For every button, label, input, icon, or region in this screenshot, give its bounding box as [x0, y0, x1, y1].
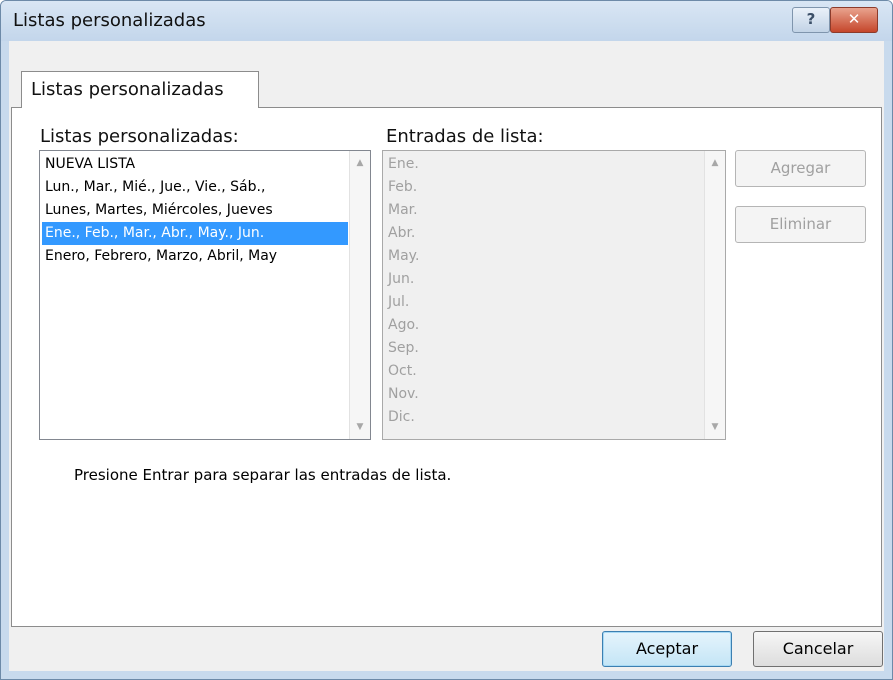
tab-custom-lists[interactable]: Listas personalizadas: [21, 71, 259, 108]
title-bar[interactable]: Listas personalizadas ? ✕: [1, 1, 892, 41]
tab-custom-lists-label: Listas personalizadas: [31, 79, 224, 100]
custom-lists-label: Listas personalizadas:: [40, 126, 239, 147]
add-button[interactable]: Agregar: [735, 150, 866, 187]
custom-list-item[interactable]: NUEVA LISTA: [42, 153, 348, 176]
help-icon: ?: [806, 10, 816, 28]
list-entries-scrollbar[interactable]: ▲ ▼: [704, 151, 725, 439]
list-entry-item: Abr.: [388, 225, 416, 241]
list-entries-textbox[interactable]: Ene. Feb. Mar. Abr. May. Jun. Jul. Ago. Sep. Oct.…: [382, 150, 726, 440]
list-entries-label: Entradas de lista:: [386, 126, 544, 147]
scroll-down-arrow-icon[interactable]: ▼: [705, 417, 725, 437]
custom-lists-listbox[interactable]: NUEVA LISTA Lun., Mar., Mié., Jue., Vie.,…: [39, 150, 371, 440]
scroll-down-arrow-icon[interactable]: ▼: [350, 417, 370, 437]
list-entry-item: Dic.: [388, 409, 415, 425]
list-entry-item: Ene.: [388, 156, 419, 172]
custom-list-item[interactable]: Enero, Febrero, Marzo, Abril, May: [42, 245, 348, 268]
list-entry-item: Ago.: [388, 317, 420, 333]
dialog-window: Listas personalizadas ? ✕ Listas persona…: [0, 0, 893, 680]
list-entry-item: Oct.: [388, 363, 417, 379]
dialog-client-area: Listas personalizadas Listas personaliza…: [9, 41, 884, 671]
custom-list-item[interactable]: Lunes, Martes, Miércoles, Jueves: [42, 199, 348, 222]
list-entry-item: May.: [388, 248, 420, 264]
list-entry-item: Feb.: [388, 179, 418, 195]
list-entry-item: Sep.: [388, 340, 419, 356]
list-entry-item: Jul.: [388, 294, 410, 310]
scroll-up-arrow-icon[interactable]: ▲: [350, 153, 370, 173]
custom-list-item[interactable]: Lun., Mar., Mié., Jue., Vie., Sáb.,: [42, 176, 348, 199]
scroll-up-arrow-icon[interactable]: ▲: [705, 153, 725, 173]
close-icon: ✕: [847, 10, 861, 28]
list-entry-item: Mar.: [388, 202, 418, 218]
window-title: Listas personalizadas: [13, 10, 206, 31]
tab-panel: Listas personalizadas: Entradas de lista…: [11, 107, 882, 627]
ok-button[interactable]: Aceptar: [602, 631, 732, 667]
custom-list-item[interactable]: Ene., Feb., Mar., Abr., May., Jun.: [42, 222, 348, 245]
cancel-button[interactable]: Cancelar: [753, 631, 883, 667]
list-entry-item: Nov.: [388, 386, 419, 402]
list-entry-item: Jun.: [388, 271, 415, 287]
custom-lists-scrollbar[interactable]: ▲ ▼: [349, 151, 370, 439]
hint-text: Presione Entrar para separar las entrada…: [74, 466, 452, 484]
delete-button[interactable]: Eliminar: [735, 206, 866, 243]
close-button[interactable]: ✕: [830, 7, 878, 33]
help-button[interactable]: ?: [792, 7, 830, 33]
